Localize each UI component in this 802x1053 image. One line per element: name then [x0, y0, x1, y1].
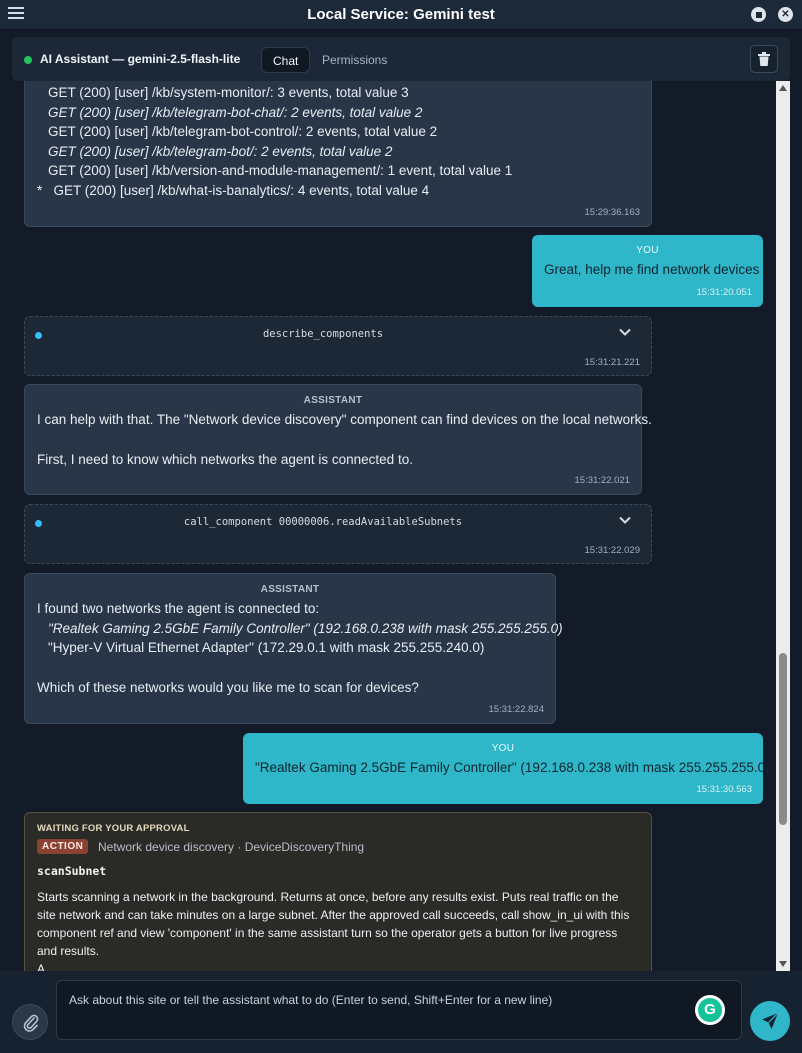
assistant-message: ASSISTANT I found two networks the agent… — [24, 573, 563, 724]
message-line: First, I need to know which networks the… — [37, 452, 413, 467]
message-line: I found two networks the agent is connec… — [37, 601, 320, 616]
chat-log[interactable]: GET (200) [user] /kb/system-monitor/: 3 … — [12, 81, 776, 971]
function-name: scanSubnet — [37, 864, 107, 878]
message-line: "Hyper-V Virtual Ethernet Adapter" (172.… — [48, 640, 485, 655]
sender-label: YOU — [491, 743, 515, 754]
message-text: "Realtek Gaming 2.5GbE Family Controller… — [255, 760, 770, 775]
action-badge: ACTION — [37, 839, 89, 854]
message-line: GET (200) [user] /kb/system-monitor/: 3 … — [48, 85, 409, 100]
stop-icon[interactable] — [751, 7, 766, 22]
close-icon[interactable]: ✕ — [778, 7, 793, 22]
message-line: * GET (200) [user] /kb/what-is-banalytic… — [37, 183, 430, 198]
attach-button[interactable] — [12, 1004, 48, 1040]
model-label: AI Assistant — gemini-2.5-flash-lite — [40, 52, 241, 66]
message-line: Which of these networks would you like m… — [37, 680, 419, 695]
composer: G — [0, 971, 802, 1053]
assistant-message: ASSISTANT I can help with that. The "Net… — [24, 384, 652, 495]
timestamp: 15:31:20.051 — [696, 287, 752, 298]
message-line: GET (200) [user] /kb/telegram-bot-contro… — [48, 124, 438, 139]
approval-title: WAITING FOR YOUR APPROVAL — [37, 823, 190, 834]
function-description: Starts scanning a network in the backgro… — [37, 890, 630, 958]
assistant-message: GET (200) [user] /kb/system-monitor/: 3 … — [24, 81, 652, 227]
sender-label: ASSISTANT — [260, 584, 320, 595]
timestamp: 15:31:22.029 — [584, 545, 640, 556]
approval-more-text: A — [37, 962, 46, 971]
message-input[interactable] — [56, 980, 742, 1040]
status-dot — [24, 56, 32, 64]
tool-call[interactable]: call_component 00000006.readAvailableSub… — [24, 504, 652, 564]
message-line: "Realtek Gaming 2.5GbE Family Controller… — [48, 621, 563, 636]
chat-scrollbar[interactable] — [776, 81, 790, 971]
window-title: Local Service: Gemini test — [307, 6, 495, 23]
chevron-down-icon[interactable] — [619, 328, 631, 336]
paperclip-icon — [23, 1014, 39, 1032]
message-line: GET (200) [user] /kb/telegram-bot-chat/:… — [48, 105, 423, 120]
send-icon — [762, 1012, 779, 1029]
tool-call[interactable]: describe_components 15:31:21.221 — [24, 316, 652, 376]
tool-name: call_component 00000006.readAvailableSub… — [183, 516, 463, 528]
trash-icon — [758, 52, 770, 66]
clear-chat-button[interactable] — [750, 45, 778, 73]
tab-chat[interactable]: Chat — [261, 47, 311, 73]
grammarly-icon[interactable]: G — [695, 995, 725, 1025]
tool-name: describe_components — [262, 328, 384, 340]
user-message: YOU "Realtek Gaming 2.5GbE Family Contro… — [243, 733, 770, 804]
title-bar: Local Service: Gemini test ✕ — [0, 0, 802, 30]
timestamp: 15:29:36.163 — [584, 207, 640, 218]
timestamp: 15:31:21.221 — [584, 357, 640, 368]
approval-card: WAITING FOR YOUR APPROVAL ACTION Network… — [24, 812, 652, 971]
component-name: Network device discovery · DeviceDiscove… — [98, 840, 365, 854]
sender-label: YOU — [636, 245, 659, 256]
timestamp: 15:31:30.563 — [696, 784, 752, 795]
assistant-header: AI Assistant — gemini-2.5-flash-lite Cha… — [12, 37, 790, 81]
chevron-down-icon[interactable] — [619, 516, 631, 524]
timestamp: 15:31:22.021 — [574, 475, 630, 486]
send-button[interactable] — [750, 1001, 790, 1041]
message-line: GET (200) [user] /kb/version-and-module-… — [48, 163, 513, 178]
timestamp: 15:31:22.824 — [488, 704, 544, 715]
user-message: YOU Great, help me find network devices … — [532, 235, 763, 307]
message-text: Great, help me find network devices — [544, 262, 760, 277]
tab-permissions[interactable]: Permissions — [311, 47, 398, 73]
scroll-down-arrow-icon[interactable] — [779, 961, 787, 967]
scroll-up-arrow-icon[interactable] — [779, 85, 787, 91]
message-line: GET (200) [user] /kb/telegram-bot/: 2 ev… — [48, 144, 393, 159]
scrollbar-thumb[interactable] — [779, 653, 787, 825]
message-line: I can help with that. The "Network devic… — [37, 412, 652, 427]
sender-label: ASSISTANT — [303, 395, 363, 406]
